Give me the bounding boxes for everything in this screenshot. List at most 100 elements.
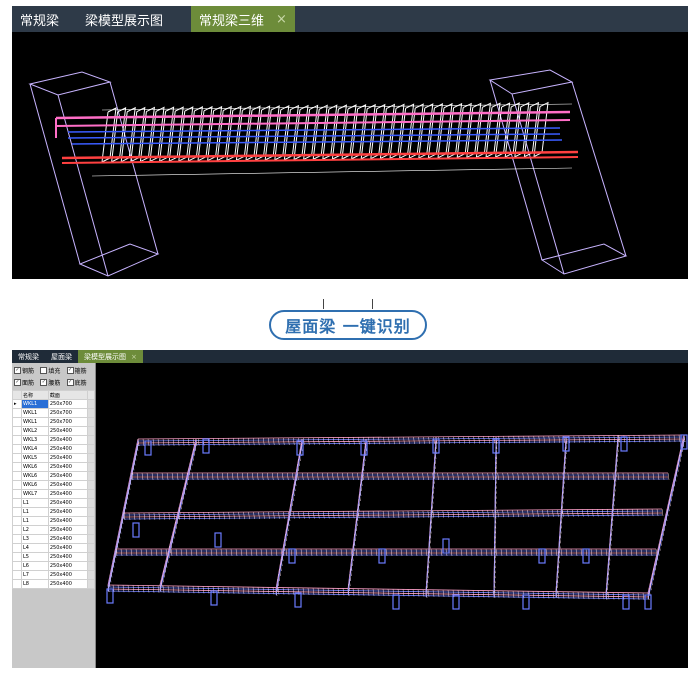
checkbox-box[interactable]: ✓ [66, 379, 74, 386]
cell-name[interactable]: L2 [21, 525, 49, 535]
table-row[interactable]: WKL5 250x400 [12, 453, 95, 463]
checkbox-waist-rebar[interactable]: ✓ 腰筋 [40, 378, 66, 387]
cell-section[interactable]: 250x400 [47, 507, 89, 517]
cell-name[interactable]: WKL5 [21, 453, 49, 463]
checkbox-box[interactable]: ✓ [14, 367, 21, 374]
table-row[interactable]: L1 250x400 [12, 516, 95, 526]
tab-beam-model-display[interactable]: 梁模型展示图 × [78, 350, 143, 363]
checkbox-bottom-rebar[interactable]: ✓ 底筋 [66, 378, 93, 387]
cell-name[interactable]: L1 [21, 507, 49, 517]
cell-name[interactable]: WKL4 [21, 444, 49, 454]
checkbox-box[interactable] [40, 367, 48, 374]
cell-section[interactable]: 250x400 [47, 462, 89, 472]
cell-name[interactable]: WKL3 [21, 435, 49, 445]
tab-regular-beam[interactable]: 常规梁 [12, 350, 45, 363]
row-scroll-cell [87, 399, 95, 409]
close-icon[interactable]: × [131, 353, 137, 361]
table-row[interactable]: L5 250x400 [12, 552, 95, 562]
cell-section[interactable]: 250x400 [47, 516, 89, 526]
tab-regular-beam-3d[interactable]: 常规梁三维 × [191, 6, 295, 32]
row-scroll-cell [87, 444, 95, 454]
table-row[interactable]: ▸ WKL1 250x700 [12, 399, 95, 409]
stirrup [533, 101, 549, 158]
table-row[interactable]: L6 250x400 [12, 561, 95, 571]
table-row[interactable]: WKL6 250x400 [12, 471, 95, 481]
cell-section[interactable]: 250x400 [47, 561, 89, 571]
cell-section[interactable]: 250x400 [47, 543, 89, 553]
cell-section[interactable]: 250x700 [47, 408, 89, 418]
table-row[interactable]: L2 250x400 [12, 525, 95, 535]
cell-name[interactable]: WKL1 [21, 399, 49, 409]
cell-section[interactable]: 250x700 [47, 417, 89, 427]
table-row[interactable]: L8 250x400 [12, 579, 95, 589]
tab-beam-model-display[interactable]: 梁模型展示图 [67, 6, 171, 32]
cell-name[interactable]: WKL6 [21, 480, 49, 490]
cell-name[interactable]: WKL6 [21, 471, 49, 481]
cell-section[interactable]: 250x400 [47, 471, 89, 481]
row-indicator [12, 525, 22, 535]
stirrup [216, 105, 232, 162]
table-row[interactable]: WKL6 250x400 [12, 462, 95, 472]
roof-beam-3d-canvas[interactable] [96, 363, 688, 668]
checkbox-box[interactable]: ✓ [66, 367, 74, 374]
row-scroll-cell [87, 480, 95, 490]
cell-name[interactable]: L3 [21, 534, 49, 544]
cell-section[interactable]: 250x700 [47, 399, 89, 409]
cell-section[interactable]: 250x400 [47, 498, 89, 508]
cell-name[interactable]: L6 [21, 561, 49, 571]
table-row[interactable]: L4 250x400 [12, 543, 95, 553]
checkbox-stirrup[interactable]: ✓ 箍筋 [66, 366, 93, 375]
cell-name[interactable]: WKL6 [21, 462, 49, 472]
table-row[interactable]: L7 250x400 [12, 570, 95, 580]
tab-roof-beam[interactable]: 屋面梁 [45, 350, 78, 363]
checkbox-box[interactable]: ✓ [40, 379, 48, 386]
cell-section[interactable]: 250x400 [47, 435, 89, 445]
cell-section[interactable]: 250x400 [47, 552, 89, 562]
column-header-section[interactable]: 截面 [47, 390, 89, 400]
checkbox-box[interactable]: ✓ [14, 379, 21, 386]
cell-section[interactable]: 250x400 [47, 426, 89, 436]
cell-section[interactable]: 250x400 [47, 570, 89, 580]
cell-name[interactable]: L5 [21, 552, 49, 562]
cell-name[interactable]: L1 [21, 516, 49, 526]
table-row[interactable]: WKL1 250x700 [12, 417, 95, 427]
cell-section[interactable]: 250x400 [47, 444, 89, 454]
table-row[interactable]: L3 250x400 [12, 534, 95, 544]
left-column-edge [57, 94, 109, 277]
cell-section[interactable]: 250x400 [47, 489, 89, 499]
table-row[interactable]: WKL7 250x400 [12, 489, 95, 499]
cell-section[interactable]: 250x400 [47, 525, 89, 535]
cell-name[interactable]: L4 [21, 543, 49, 553]
row-scroll-cell [87, 462, 95, 472]
table-row[interactable]: WKL2 250x400 [12, 426, 95, 436]
table-row[interactable]: WKL1 250x700 [12, 408, 95, 418]
beam-mesh-line [123, 512, 663, 518]
cell-name[interactable]: L1 [21, 498, 49, 508]
cell-section[interactable]: 250x400 [47, 453, 89, 463]
table-row[interactable]: WKL6 250x400 [12, 480, 95, 490]
table-row[interactable]: L1 250x400 [12, 507, 95, 517]
tab-regular-beam[interactable]: 常规梁 [12, 6, 67, 32]
cell-name[interactable]: WKL1 [21, 417, 49, 427]
column-stub [132, 522, 140, 538]
layer-checkbox-group: ✓ 钢筋 填充 ✓ 箍筋 ✓ 面筋 ✓ 腰筋 ✓ 底筋 [12, 363, 95, 390]
checkbox-top-rebar[interactable]: ✓ 面筋 [14, 378, 40, 387]
cell-section[interactable]: 250x400 [47, 579, 89, 589]
column-stub [294, 592, 302, 608]
table-row[interactable]: WKL4 250x400 [12, 444, 95, 454]
checkbox-rebar[interactable]: ✓ 钢筋 [14, 366, 40, 375]
cell-name[interactable]: WKL1 [21, 408, 49, 418]
cell-name[interactable]: L7 [21, 570, 49, 580]
cell-section[interactable]: 250x400 [47, 480, 89, 490]
table-row[interactable]: L1 250x400 [12, 498, 95, 508]
cell-name[interactable]: WKL2 [21, 426, 49, 436]
table-row[interactable]: WKL3 250x400 [12, 435, 95, 445]
cell-section[interactable]: 250x400 [47, 534, 89, 544]
close-icon[interactable]: × [276, 12, 287, 27]
cell-name[interactable]: L8 [21, 579, 49, 589]
beam-3d-canvas[interactable] [12, 32, 688, 279]
cell-name[interactable]: WKL7 [21, 489, 49, 499]
column-header-name[interactable]: 名称 [21, 390, 49, 400]
stirrup [494, 102, 511, 158]
checkbox-fill[interactable]: 填充 [40, 366, 66, 375]
